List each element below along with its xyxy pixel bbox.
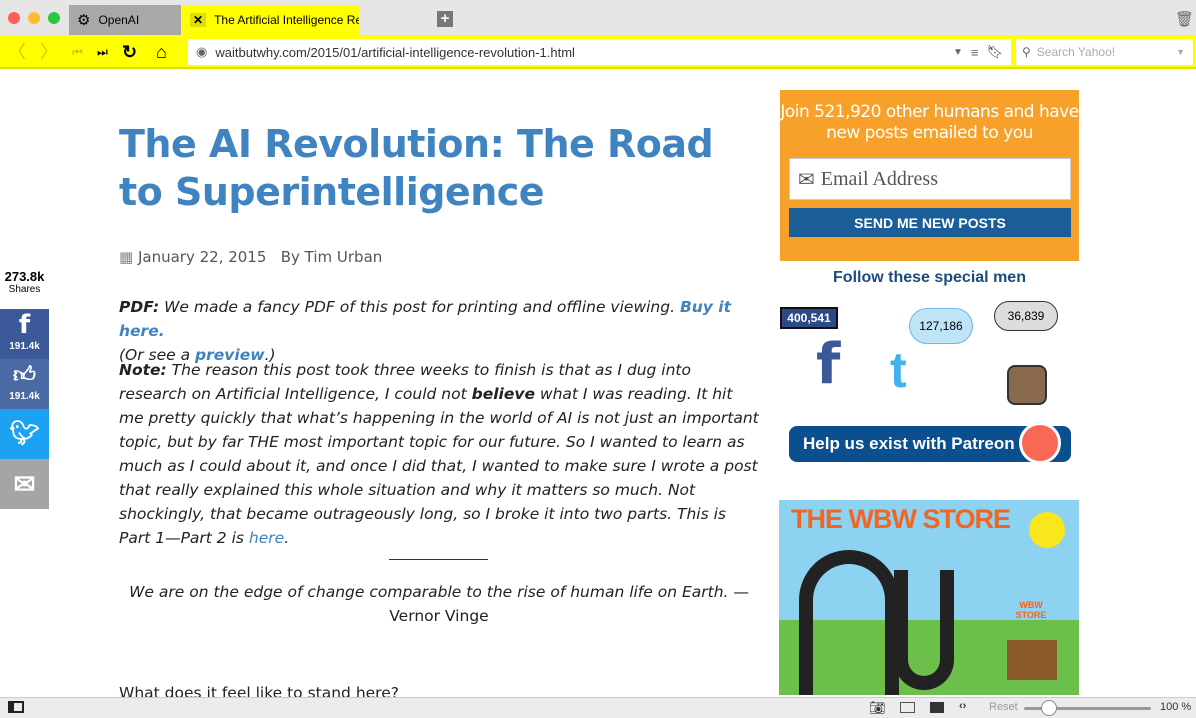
twitter-follow-count[interactable]: 127,186: [909, 308, 973, 344]
close-window-button[interactable]: [8, 12, 20, 24]
bookmark-icon[interactable]: 🔖︎: [986, 44, 1003, 60]
reader-icon[interactable]: ≡: [971, 45, 979, 60]
url-text[interactable]: waitbutwhy.com/2015/01/artificial-intell…: [215, 45, 945, 60]
part-2-link[interactable]: here: [249, 529, 284, 547]
patreon-button[interactable]: Help us exist with Patreon: [789, 422, 1071, 464]
body-text: What does it feel like to stand here?: [119, 684, 399, 697]
trash-icon[interactable]: 🗑: [1175, 10, 1194, 28]
divider: [389, 559, 488, 560]
address-bar[interactable]: ◉ waitbutwhy.com/2015/01/artificial-inte…: [188, 39, 1011, 65]
note-bold: believe: [471, 385, 535, 403]
tab-openai[interactable]: ⚙ OpenAI: [69, 5, 181, 35]
note-paragraph: Note: The reason this post took three we…: [119, 358, 759, 550]
fast-forward-button[interactable]: ⏭: [97, 42, 108, 62]
rewind-button[interactable]: ⏮: [72, 42, 83, 62]
tab-ai-revolution[interactable]: ✕ The Artificial Intelligence Revo: [182, 5, 359, 35]
pdf-paragraph: PDF: We made a fancy PDF of this post fo…: [119, 295, 759, 367]
minimize-window-button[interactable]: [28, 12, 40, 24]
search-box[interactable]: ⚲ Search Yahoo! ▼: [1016, 39, 1193, 65]
twitter-icon: 🐦︎: [9, 420, 40, 447]
share-label: Shares: [8, 284, 41, 295]
zoom-level: 100 %: [1160, 701, 1192, 713]
article-meta: ▦ January 22, 2015 By Tim Urban: [119, 248, 382, 266]
quote-author: Vernor Vinge: [389, 607, 489, 625]
home-button[interactable]: ⌂: [156, 42, 167, 62]
tab-label: The Artificial Intelligence Revo: [214, 13, 359, 27]
like-count: 191.4k: [9, 391, 40, 402]
article-date: January 22, 2015: [137, 248, 267, 266]
email-placeholder: Email Address: [820, 167, 938, 190]
twitter-stickman-icon[interactable]: t: [890, 340, 907, 400]
note-end: .: [284, 529, 290, 547]
twitter-share-button[interactable]: 🐦︎: [0, 409, 49, 459]
facebook-share-button[interactable]: f 191.4k: [0, 309, 49, 359]
envelope-icon: ✉: [13, 469, 36, 499]
calendar-icon: ▦: [119, 248, 134, 266]
facebook-stickman-icon[interactable]: f: [816, 335, 840, 395]
facebook-icon: f: [18, 310, 31, 340]
email-input[interactable]: ✉ Email Address: [789, 158, 1071, 200]
reload-button[interactable]: ↻: [122, 42, 137, 62]
send-posts-button[interactable]: SEND ME NEW POSTS: [789, 208, 1071, 237]
thumbs-up-icon: 👍︎: [13, 362, 36, 387]
toolbar: 〈 〉 ⏮ ⏭ ↻ ⌂ ◉ waitbutwhy.com/2015/01/art…: [0, 35, 1196, 69]
email-signup: Join 521,920 other humans and have new p…: [780, 90, 1079, 261]
store-house-icon: [1007, 640, 1057, 680]
patreon-label: Help us exist with Patreon: [803, 434, 1015, 453]
patreon-icon: [1019, 422, 1061, 464]
article-author[interactable]: By Tim Urban: [281, 248, 383, 266]
globe-icon: ◉: [196, 44, 208, 59]
share-count: 273.8k Shares: [0, 269, 49, 295]
search-input[interactable]: Search Yahoo!: [1037, 45, 1170, 59]
envelope-icon: ✉: [798, 168, 815, 191]
note-label: Note:: [119, 361, 167, 379]
quote: We are on the edge of change comparable …: [119, 580, 759, 628]
search-icon: ⚲: [1022, 45, 1031, 59]
follow-title: Follow these special men: [833, 269, 1026, 286]
dropdown-icon[interactable]: ▼: [953, 47, 963, 58]
new-tab-button[interactable]: +: [437, 11, 453, 27]
status-bar: 📷︎ ‹› Reset 100 %: [0, 697, 1196, 718]
back-button[interactable]: 〈: [8, 42, 26, 62]
note-text: what I was reading. It hit me pretty qui…: [119, 385, 759, 547]
instagram-stickman-icon[interactable]: [1007, 365, 1047, 405]
image-icon[interactable]: [930, 702, 944, 713]
store-sign: WBW STORE: [1015, 600, 1047, 620]
road-icon: [799, 550, 899, 695]
like-button[interactable]: 👍︎ 191.4k: [0, 359, 49, 409]
page-content: The AI Revolution: The Road to Superinte…: [0, 70, 1196, 697]
instagram-follow-count[interactable]: 36,839: [994, 301, 1058, 331]
road-icon: [894, 570, 954, 690]
quote-text: We are on the edge of change comparable …: [129, 583, 749, 601]
email-share-button[interactable]: ✉: [0, 459, 49, 509]
tab-bar: ⚙ OpenAI ✕ The Artificial Intelligence R…: [0, 0, 1196, 35]
zoom-reset-button[interactable]: Reset: [989, 701, 1018, 713]
signup-text: Join 521,920 other humans and have new p…: [780, 102, 1079, 143]
zoom-slider-thumb[interactable]: [1041, 700, 1057, 716]
share-total: 273.8k: [4, 269, 45, 284]
zoom-window-button[interactable]: [48, 12, 60, 24]
forward-button[interactable]: 〉: [40, 42, 58, 62]
code-icon[interactable]: ‹›: [959, 700, 966, 712]
sidebar-toggle-icon[interactable]: [8, 701, 24, 713]
tab-label: OpenAI: [98, 13, 140, 27]
wbw-store-ad[interactable]: THE WBW STORE WBW STORE: [779, 500, 1079, 695]
page-title: The AI Revolution: The Road to Superinte…: [119, 122, 714, 214]
openai-icon: ⚙: [77, 12, 91, 29]
facebook-follow-count[interactable]: 400,541: [780, 307, 838, 329]
camera-icon[interactable]: 📷︎: [869, 700, 886, 716]
pdf-label: PDF:: [119, 298, 160, 316]
dropdown-icon[interactable]: ▼: [1176, 47, 1185, 57]
store-title: THE WBW STORE: [791, 504, 1011, 534]
facebook-count: 191.4k: [9, 341, 40, 352]
sun-icon: [1029, 512, 1065, 548]
pdf-text: We made a fancy PDF of this post for pri…: [159, 298, 680, 316]
close-icon[interactable]: ✕: [190, 13, 207, 27]
window-icon[interactable]: [900, 702, 915, 713]
